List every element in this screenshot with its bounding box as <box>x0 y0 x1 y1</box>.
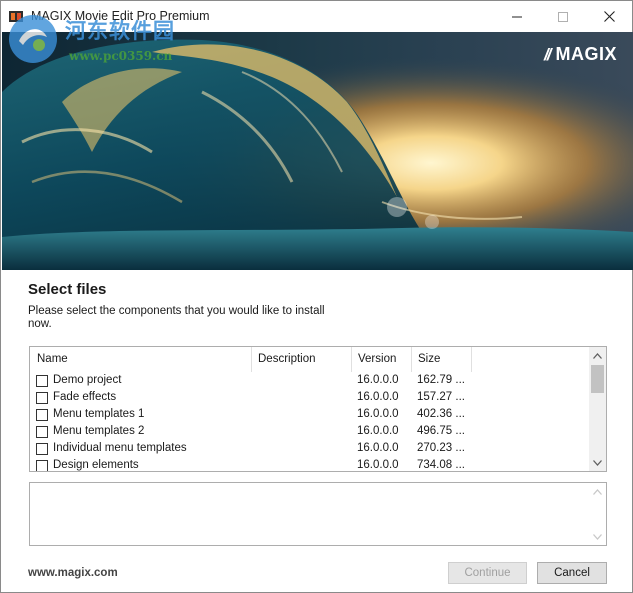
maximize-button[interactable] <box>540 1 586 32</box>
maximize-icon <box>558 11 568 22</box>
chevron-down-icon <box>593 533 602 540</box>
component-name: Menu templates 1 <box>53 408 145 420</box>
component-checkbox[interactable] <box>36 460 48 471</box>
list-item[interactable]: Design elements 16.0.0.0 734.08 ... <box>30 457 590 471</box>
component-size: 402.36 ... <box>417 408 465 420</box>
header-banner: // MAGIX <box>2 32 633 270</box>
chevron-down-icon <box>593 459 602 466</box>
component-checkbox[interactable] <box>36 443 48 455</box>
component-version: 16.0.0.0 <box>357 374 399 386</box>
scroll-down-button[interactable] <box>589 528 606 545</box>
list-rows: Demo project 16.0.0.0 162.79 ... Fade ef… <box>30 372 590 471</box>
magix-website-link[interactable]: www.magix.com <box>28 567 118 579</box>
component-name: Individual menu templates <box>53 442 187 454</box>
list-item[interactable]: Menu templates 2 16.0.0.0 496.75 ... <box>30 423 590 440</box>
wave-image <box>2 32 633 270</box>
component-size: 157.27 ... <box>417 391 465 403</box>
installer-window: MAGIX Movie Edit Pro Premium // MAGIX 河东… <box>0 0 633 593</box>
minimize-button[interactable] <box>494 1 540 32</box>
chevron-up-icon <box>593 352 602 359</box>
component-description-panel <box>29 482 607 546</box>
component-name: Fade effects <box>53 391 117 403</box>
component-version: 16.0.0.0 <box>357 391 399 403</box>
component-checkbox[interactable] <box>36 426 48 438</box>
list-item[interactable]: Menu templates 1 16.0.0.0 402.36 ... <box>30 406 590 423</box>
components-list[interactable]: Name Description Version Size Demo proje… <box>29 346 607 472</box>
component-size: 496.75 ... <box>417 425 465 437</box>
column-header-size[interactable]: Size <box>411 347 472 372</box>
page-instructions: Please select the components that you wo… <box>28 305 325 330</box>
list-item[interactable]: Fade effects 16.0.0.0 157.27 ... <box>30 389 590 406</box>
list-scrollbar[interactable] <box>589 347 606 471</box>
component-version: 16.0.0.0 <box>357 408 399 420</box>
list-header: Name Description Version Size <box>30 347 590 372</box>
component-checkbox[interactable] <box>36 409 48 421</box>
magix-logo-text: MAGIX <box>555 44 617 64</box>
scroll-up-button[interactable] <box>589 483 606 500</box>
component-name: Menu templates 2 <box>53 425 145 437</box>
minimize-icon <box>512 16 522 17</box>
component-version: 16.0.0.0 <box>357 459 399 471</box>
column-header-version[interactable]: Version <box>351 347 412 372</box>
list-item[interactable]: Demo project 16.0.0.0 162.79 ... <box>30 372 590 389</box>
page-title: Select files <box>28 281 107 298</box>
continue-button[interactable]: Continue <box>448 562 527 584</box>
description-text <box>30 483 606 491</box>
component-checkbox[interactable] <box>36 375 48 387</box>
chevron-up-icon <box>593 488 602 495</box>
component-checkbox[interactable] <box>36 392 48 404</box>
magix-app-icon <box>9 11 23 22</box>
component-name: Design elements <box>53 459 139 471</box>
component-version: 16.0.0.0 <box>357 442 399 454</box>
component-size: 270.23 ... <box>417 442 465 454</box>
window-title: MAGIX Movie Edit Pro Premium <box>31 9 210 23</box>
scroll-up-button[interactable] <box>589 347 606 364</box>
list-item[interactable]: Individual menu templates 16.0.0.0 270.2… <box>30 440 590 457</box>
magix-logo-mark: // <box>544 44 552 64</box>
close-button[interactable] <box>586 1 632 32</box>
component-name: Demo project <box>53 374 122 386</box>
cancel-button[interactable]: Cancel <box>537 562 607 584</box>
component-version: 16.0.0.0 <box>357 425 399 437</box>
column-header-name[interactable]: Name <box>30 347 252 372</box>
magix-logo: // MAGIX <box>544 44 617 65</box>
close-icon <box>603 11 615 22</box>
title-bar[interactable]: MAGIX Movie Edit Pro Premium <box>1 1 632 32</box>
scroll-down-button[interactable] <box>589 454 606 471</box>
scroll-thumb[interactable] <box>591 365 604 393</box>
description-scrollbar[interactable] <box>589 483 606 545</box>
component-size: 734.08 ... <box>417 459 465 471</box>
component-size: 162.79 ... <box>417 374 465 386</box>
column-header-description[interactable]: Description <box>251 347 352 372</box>
